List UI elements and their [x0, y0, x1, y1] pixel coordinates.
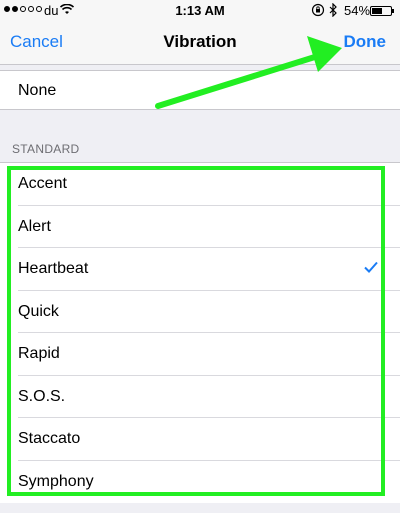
vibration-option-label: Alert: [18, 217, 51, 235]
bluetooth-icon: [329, 3, 337, 17]
vibration-option-label: Quick: [18, 302, 59, 320]
none-option-label: None: [18, 82, 57, 99]
vibration-option-label: Rapid: [18, 345, 60, 362]
vibration-option-6[interactable]: Staccato: [0, 418, 400, 461]
vibration-option-3[interactable]: Quick: [0, 291, 400, 333]
vibration-option-label: Heartbeat: [18, 260, 89, 277]
checkmark-icon: [364, 261, 378, 273]
battery-icon: [370, 6, 392, 16]
section-header-standard: STANDARD: [12, 142, 80, 156]
done-button[interactable]: Done: [344, 32, 387, 52]
none-option-row[interactable]: None: [0, 70, 400, 110]
status-bar: du 1:13 AM 54%: [0, 0, 400, 22]
vibration-option-label: Accent: [18, 175, 67, 192]
vibration-option-label: S.O.S.: [18, 387, 66, 405]
vibration-option-2[interactable]: Heartbeat: [0, 248, 400, 291]
navigation-bar: Cancel Vibration Done: [0, 22, 400, 65]
vibration-option-label: Symphony: [18, 472, 94, 490]
vibration-option-0[interactable]: Accent: [0, 163, 400, 206]
vibration-option-4[interactable]: Rapid: [0, 333, 400, 376]
battery-fill: [372, 8, 382, 14]
vibration-option-7[interactable]: Symphony: [0, 461, 400, 504]
vibration-option-1[interactable]: Alert: [0, 206, 400, 248]
status-time: 1:13 AM: [175, 3, 225, 18]
vibration-option-5[interactable]: S.O.S.: [0, 376, 400, 418]
page-title: Vibration: [163, 32, 237, 51]
orientation-lock-icon: [311, 3, 325, 17]
battery-percentage: 54%: [344, 3, 371, 18]
battery-tip: [392, 9, 394, 13]
vibration-option-label: Staccato: [18, 430, 81, 447]
standard-vibrations-list: Accent Alert Heartbeat Quick Rapid S.O.S. Stac…: [0, 162, 400, 503]
